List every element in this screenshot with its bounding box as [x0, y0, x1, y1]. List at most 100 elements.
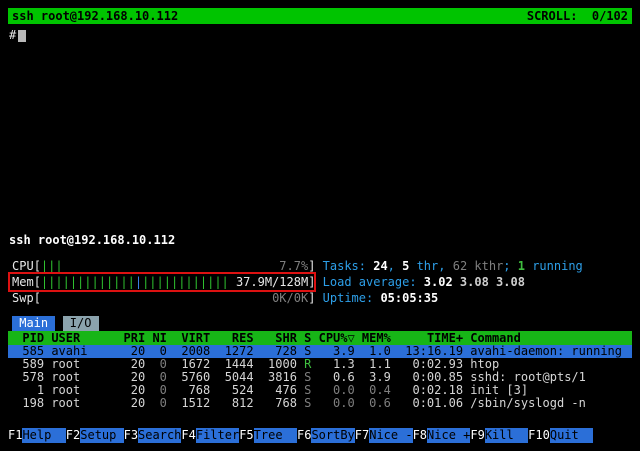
- swap-meter: Swp[0K/0K]: [12, 290, 315, 306]
- cell-cpu: 0.0: [311, 397, 354, 410]
- cpu-meter-row: CPU[||| 7.7%] Tasks: 24, 5 thr, 62 kthr; …: [8, 258, 632, 274]
- tasks-info: Tasks: 24, 5 thr, 62 kthr; 1 running: [323, 258, 583, 274]
- mem-meter-bars: ||||||||||||: [142, 275, 229, 289]
- fkey-label: Nice -: [369, 428, 412, 443]
- cell-command: avahi-daemon: running: [470, 345, 632, 358]
- cell-user: root: [51, 384, 116, 397]
- process-row[interactable]: 589 root 20 0 1672 1444 1000 R 1.3 1.1 0…: [8, 358, 632, 371]
- cell-command: htop: [470, 358, 632, 371]
- kernel-threads: 62 kthr: [453, 259, 504, 273]
- cell-user: root: [51, 371, 116, 384]
- header-ni[interactable]: NI: [145, 331, 167, 345]
- cpu-meter-label: CPU: [12, 258, 34, 274]
- fkey-label: Filter: [196, 428, 239, 443]
- fkey-sortby[interactable]: F6SortBy: [297, 428, 355, 443]
- htop-pane: ssh root@192.168.10.112 CPU[|||7.7%] Tas…: [8, 232, 632, 443]
- fkey-help[interactable]: F1Help: [8, 428, 66, 443]
- fkey-key: F5: [239, 428, 253, 443]
- fkey-key: F2: [66, 428, 80, 443]
- fkey-key: F3: [124, 428, 138, 443]
- header-user[interactable]: USER: [51, 331, 116, 345]
- scroll-indicator: SCROLL: 0/102: [527, 9, 628, 23]
- bracket-open: [: [34, 290, 41, 306]
- tasks-sep: ,: [388, 259, 402, 273]
- cell-user: root: [51, 397, 116, 410]
- fkey-label: Kill: [485, 428, 528, 443]
- uptime-info: Uptime: 05:05:35: [323, 290, 439, 306]
- header-virt[interactable]: VIRT: [167, 331, 210, 345]
- header-cpu[interactable]: CPU%▽: [311, 331, 354, 345]
- fkey-key: F10: [528, 428, 550, 443]
- cell-pri: 20: [116, 397, 145, 410]
- cell-mem: 0.6: [355, 397, 391, 410]
- fkey-search[interactable]: F3Search: [124, 428, 182, 443]
- cell-state: S: [297, 397, 311, 410]
- fkey-key: F9: [470, 428, 484, 443]
- header-pri[interactable]: PRI: [116, 331, 145, 345]
- text-cursor: [18, 30, 26, 42]
- cell-shr: 768: [254, 397, 297, 410]
- cpu-meter-value: 7.7%: [279, 258, 308, 274]
- fkey-quit[interactable]: F10Quit: [528, 428, 593, 443]
- running-count: 1: [518, 259, 525, 273]
- header-shr[interactable]: SHR: [254, 331, 297, 345]
- spacer: [8, 306, 632, 316]
- top-pane-title: ssh root@192.168.10.112: [12, 9, 178, 23]
- fkey-kill[interactable]: F9Kill: [470, 428, 528, 443]
- fkey-nice-minus[interactable]: F7Nice -: [355, 428, 413, 443]
- bracket-open: [: [34, 258, 41, 274]
- swap-meter-label: Swp: [12, 290, 34, 306]
- cell-user: avahi: [51, 345, 116, 358]
- cell-command: /sbin/syslogd -n: [470, 397, 632, 410]
- load-info: Load average: 3.02 3.08 3.08: [323, 274, 525, 290]
- fkey-tree[interactable]: F5Tree: [239, 428, 297, 443]
- cell-res: 812: [210, 397, 253, 410]
- cell-user: root: [51, 358, 116, 371]
- mem-meter: Mem[||||||||||||||||||||||||||37.9M/128M…: [12, 274, 315, 290]
- header-time[interactable]: TIME+: [391, 331, 463, 345]
- tasks-label: Tasks:: [323, 259, 374, 273]
- load-5min: 3.08: [460, 275, 496, 289]
- bracket-close: ]: [308, 274, 315, 290]
- process-row[interactable]: 1 root 20 0 768 524 476 S 0.0 0.4 0:02.1…: [8, 384, 632, 397]
- running-label: running: [525, 259, 583, 273]
- cpu-meter-bars: |||: [41, 258, 63, 274]
- spacer: [8, 248, 632, 258]
- shell-prompt[interactable]: #: [9, 28, 26, 42]
- tasks-count: 24: [373, 259, 387, 273]
- header-state[interactable]: S: [297, 331, 311, 345]
- mem-meter-bars-buffers: |: [135, 275, 142, 289]
- mem-meter-bars: |||||||||||||: [41, 275, 135, 289]
- header-command[interactable]: Command: [470, 331, 632, 345]
- screen-tabs: Main I/O: [8, 316, 632, 331]
- tab-io[interactable]: I/O: [63, 316, 99, 331]
- terminal-screen: ssh root@192.168.10.112 SCROLL: 0/102 # …: [0, 0, 640, 451]
- load-1min: 3.02: [424, 275, 460, 289]
- load-label: Load average:: [323, 275, 424, 289]
- bracket-close: ]: [308, 258, 315, 274]
- mem-meter-value: 37.9M/128M: [236, 274, 308, 290]
- fkey-nice-plus[interactable]: F8Nice +: [413, 428, 471, 443]
- fkey-key: F4: [181, 428, 195, 443]
- cpu-meter: CPU[||| 7.7%]: [12, 258, 315, 274]
- bracket-close: ]: [308, 290, 315, 306]
- cell-command: init [3]: [470, 384, 632, 397]
- process-row[interactable]: 198 root 20 0 1512 812 768 S 0.0 0.6 0:0…: [8, 397, 632, 410]
- fkey-label: Help: [22, 428, 65, 443]
- process-row[interactable]: 578 root 20 0 5760 5044 3816 S 0.6 3.9 0…: [8, 371, 632, 384]
- process-table-header: PID USER PRI NI VIRT RES SHR S CPU%▽ MEM…: [8, 331, 632, 345]
- header-mem[interactable]: MEM%: [355, 331, 391, 345]
- swap-meter-value: 0K/0K: [272, 290, 308, 306]
- fkey-key: F7: [355, 428, 369, 443]
- fkey-setup[interactable]: F2Setup: [66, 428, 124, 443]
- fkey-key: F6: [297, 428, 311, 443]
- uptime-value: 05:05:35: [380, 291, 438, 305]
- fkey-label: Quit: [550, 428, 593, 443]
- process-row-selected[interactable]: 585 avahi 20 0 2008 1272 728 S 3.9 1.0 1…: [8, 345, 632, 358]
- fkey-label: SortBy: [311, 428, 354, 443]
- threads-label: thr,: [409, 259, 452, 273]
- fkey-filter[interactable]: F4Filter: [181, 428, 239, 443]
- tab-main[interactable]: Main: [12, 316, 55, 331]
- header-res[interactable]: RES: [210, 331, 253, 345]
- header-pid[interactable]: PID: [8, 331, 44, 345]
